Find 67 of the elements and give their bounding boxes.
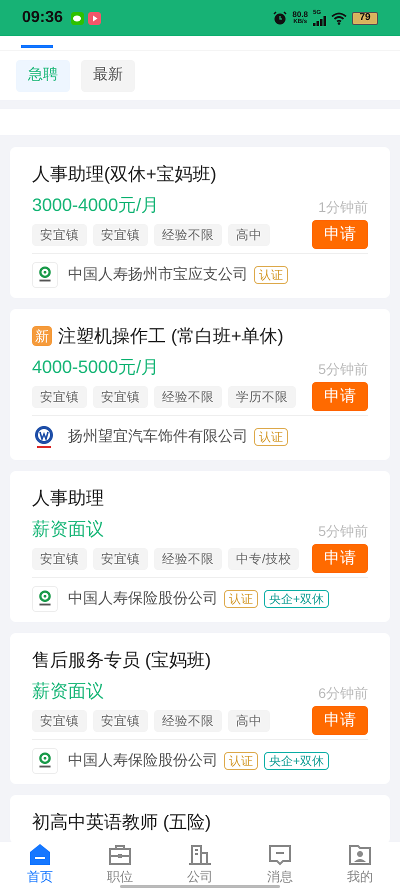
posted-time: 6分钟前 bbox=[318, 684, 368, 703]
company-name[interactable]: 中国人寿扬州市宝应支公司 bbox=[68, 264, 248, 286]
message-icon bbox=[268, 843, 292, 867]
verified-label: 认证 bbox=[254, 428, 288, 446]
clock-text: 09:36 bbox=[22, 8, 63, 28]
job-title: 初高中英语教师 (五险) bbox=[32, 811, 211, 834]
salary-text: 薪资面议 bbox=[32, 518, 104, 541]
nav-tab[interactable]: 首页 bbox=[0, 843, 80, 885]
nav-tab[interactable]: 消息 bbox=[240, 843, 320, 885]
company-name[interactable]: 中国人寿保险股份公司 bbox=[68, 588, 218, 610]
job-tag: 经验不限 bbox=[154, 548, 222, 570]
job-card[interactable]: 售后服务专员 (宝妈班) 薪资面议 6分钟前 安宜镇 安宜镇 经验不限 高中 申请 中国人寿保险股份公司 认证 央企+双休 bbox=[10, 633, 390, 784]
job-tag: 安宜镇 bbox=[32, 386, 87, 408]
job-tag: 中专/技校 bbox=[228, 548, 300, 570]
posted-time: 5分钟前 bbox=[318, 522, 368, 541]
job-tag: 安宜镇 bbox=[32, 548, 87, 570]
nav-tab[interactable]: 公司 bbox=[160, 843, 240, 885]
filter-chip[interactable]: 最新 bbox=[81, 60, 135, 92]
signal-icon bbox=[313, 16, 327, 26]
job-tag: 安宜镇 bbox=[93, 548, 148, 570]
posted-time: 1分钟前 bbox=[318, 198, 368, 217]
company-tag: 央企+双休 bbox=[264, 752, 330, 770]
video-app-icon bbox=[88, 12, 101, 24]
company-logo-icon bbox=[32, 748, 58, 774]
job-tag: 经验不限 bbox=[154, 710, 222, 732]
job-tag: 高中 bbox=[228, 224, 270, 246]
job-tag: 学历不限 bbox=[228, 386, 296, 408]
new-badge: 新 bbox=[32, 326, 52, 346]
job-card[interactable]: 初高中英语教师 (五险) bbox=[10, 795, 390, 842]
job-tag: 安宜镇 bbox=[93, 710, 148, 732]
alarm-icon bbox=[273, 11, 288, 25]
job-title: 售后服务专员 (宝妈班) bbox=[32, 649, 211, 672]
briefcase-icon bbox=[108, 843, 132, 867]
chat-app-icon bbox=[70, 12, 84, 24]
net-speed: 80.8 bbox=[292, 11, 308, 19]
nav-tab[interactable]: 我的 bbox=[320, 843, 400, 885]
posted-time: 5分钟前 bbox=[318, 360, 368, 379]
company-name[interactable]: 中国人寿保险股份公司 bbox=[68, 750, 218, 772]
verified-label: 认证 bbox=[224, 590, 258, 608]
salary-text: 3000-4000元/月 bbox=[32, 194, 160, 217]
company-name[interactable]: 扬州望宜汽车饰件有限公司 bbox=[68, 426, 248, 448]
job-tag: 安宜镇 bbox=[93, 224, 148, 246]
job-card[interactable]: 人事助理 薪资面议 5分钟前 安宜镇 安宜镇 经验不限 中专/技校 申请 中国人寿保险股份公司 认证 央企+双休 bbox=[10, 471, 390, 622]
job-tag: 安宜镇 bbox=[93, 386, 148, 408]
tab-indicator bbox=[21, 45, 53, 48]
company-tag: 央企+双休 bbox=[264, 590, 330, 608]
job-tag: 安宜镇 bbox=[32, 224, 87, 246]
job-title: 人事助理(双休+宝妈班) bbox=[32, 163, 216, 186]
building-icon bbox=[188, 843, 212, 867]
job-title: 注塑机操作工 (常白班+单休) bbox=[58, 325, 284, 348]
job-tag: 高中 bbox=[228, 710, 270, 732]
wifi-icon bbox=[331, 12, 347, 24]
verified-label: 认证 bbox=[254, 266, 288, 284]
job-tag: 安宜镇 bbox=[32, 710, 87, 732]
salary-text: 薪资面议 bbox=[32, 680, 104, 703]
company-logo-icon bbox=[32, 262, 58, 288]
job-card[interactable]: 新 注塑机操作工 (常白班+单休) 4000-5000元/月 5分钟前 安宜镇 安宜镇 经验不限 学历不限 申请 扬州望宜汽车饰件有限公司 认证 bbox=[10, 309, 390, 460]
job-title: 人事助理 bbox=[32, 487, 104, 510]
salary-text: 4000-5000元/月 bbox=[32, 356, 160, 379]
battery-indicator: 79 bbox=[352, 12, 378, 24]
job-card[interactable]: 人事助理(双休+宝妈班) 3000-4000元/月 1分钟前 安宜镇 安宜镇 经验不限 高中 申请 中国人寿扬州市宝应支公司 认证 bbox=[10, 147, 390, 298]
profile-icon bbox=[348, 843, 372, 867]
verified-label: 认证 bbox=[224, 752, 258, 770]
job-tag: 经验不限 bbox=[154, 224, 222, 246]
nav-tab[interactable]: 职位 bbox=[80, 843, 160, 885]
job-tag: 经验不限 bbox=[154, 386, 222, 408]
company-logo-icon bbox=[32, 586, 58, 612]
